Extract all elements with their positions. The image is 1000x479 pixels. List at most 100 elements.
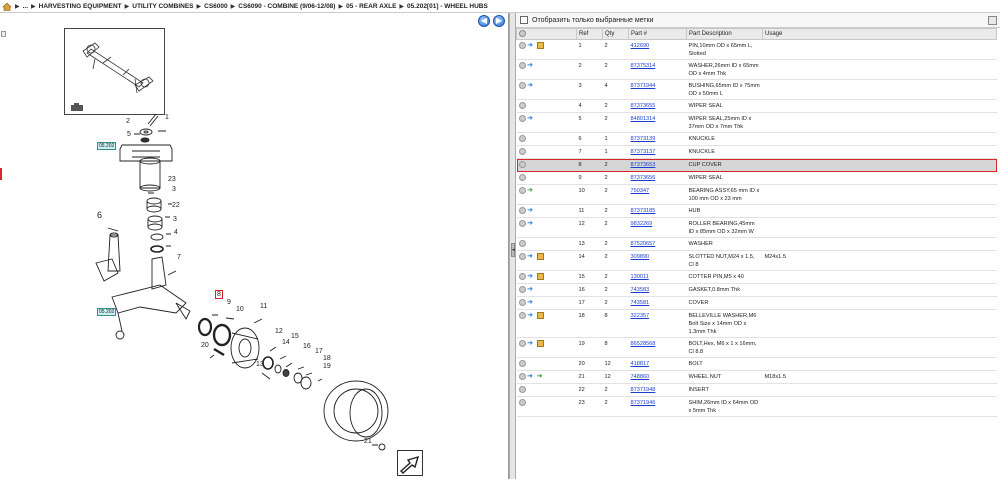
related-parts-icon[interactable]: ➜ bbox=[527, 299, 535, 306]
cell-part-link[interactable]: 322357 bbox=[628, 309, 687, 338]
part-number-link[interactable]: 87375314 bbox=[631, 63, 656, 69]
table-row[interactable]: ➜ 16 2 743583 GASKET,0.8mm Thk bbox=[516, 283, 997, 297]
related-parts-icon[interactable]: ➜ bbox=[527, 42, 535, 49]
part-number-link[interactable]: 84801314 bbox=[631, 116, 656, 122]
callout-3a[interactable]: 3 bbox=[172, 186, 176, 193]
select-row-icon[interactable] bbox=[518, 340, 526, 348]
select-row-icon[interactable] bbox=[518, 273, 526, 281]
cell-part-link[interactable]: 87371944 bbox=[628, 79, 687, 100]
select-row-icon[interactable] bbox=[518, 207, 526, 215]
related-parts-icon[interactable]: ➜ bbox=[527, 373, 535, 380]
cell-part-link[interactable]: 309890 bbox=[628, 250, 687, 271]
next-view-arrow-icon[interactable] bbox=[397, 450, 423, 476]
select-row-icon[interactable] bbox=[518, 240, 526, 248]
callout-1[interactable]: 1 bbox=[165, 114, 169, 121]
cell-part-link[interactable]: 9832269 bbox=[628, 217, 687, 238]
callout-4[interactable]: 4 bbox=[174, 229, 178, 236]
part-number-link[interactable]: 748860 bbox=[631, 374, 650, 380]
part-number-link[interactable]: 87371948 bbox=[631, 387, 656, 393]
col-part[interactable]: Part # bbox=[628, 28, 687, 40]
table-row[interactable]: ➜ ➜ 21 12 748860 WHEEL NUT M18x1.5 bbox=[516, 370, 997, 384]
select-row-icon[interactable] bbox=[518, 286, 526, 294]
part-number-link[interactable]: 87371946 bbox=[631, 400, 656, 406]
cell-part-link[interactable]: 412690 bbox=[628, 39, 687, 60]
table-row[interactable]: 4 2 87373655 WIPER SEAL bbox=[516, 99, 997, 113]
table-row[interactable]: ➜ 12 2 9832269 ROLLER BEARING,45mm ID x 85mm… bbox=[516, 217, 997, 238]
select-row-icon[interactable] bbox=[518, 161, 526, 169]
table-row[interactable]: 13 2 87520657 WASHER bbox=[516, 237, 997, 251]
part-number-link[interactable]: 9832269 bbox=[631, 221, 653, 227]
cell-part-link[interactable]: 87373139 bbox=[628, 132, 687, 146]
table-row[interactable]: ➜ 3 4 87371944 BUSHING,65mm ID x 75mm OD x 5… bbox=[516, 79, 997, 100]
cell-part-link[interactable]: 87373185 bbox=[628, 204, 687, 218]
callout-13[interactable]: 13 bbox=[256, 361, 264, 368]
callout-19[interactable]: 19 bbox=[323, 363, 331, 370]
ref-tag-upper[interactable]: 05.202 bbox=[97, 142, 117, 150]
table-row[interactable]: 22 2 87371948 INSERT bbox=[516, 383, 997, 397]
table-row[interactable]: ➜ 5 2 84801314 WIPER SEAL,25mm ID x 37mm OD … bbox=[516, 112, 997, 133]
select-row-icon[interactable] bbox=[518, 399, 526, 407]
replacement-icon[interactable]: ➜ bbox=[537, 373, 545, 380]
table-row[interactable]: ➜ 11 2 87373185 HUB bbox=[516, 204, 997, 218]
part-number-link[interactable]: 87373653 bbox=[631, 162, 656, 168]
callout-2[interactable]: 2 bbox=[126, 118, 130, 125]
related-parts-icon[interactable]: ➜ bbox=[527, 115, 535, 122]
callout-9[interactable]: 9 bbox=[227, 299, 231, 306]
select-row-icon[interactable] bbox=[518, 187, 526, 195]
breadcrumb-prefix[interactable]: ... bbox=[23, 3, 28, 10]
related-parts-icon[interactable]: ➜ bbox=[527, 286, 535, 293]
callout-16[interactable]: 16 bbox=[303, 343, 311, 350]
table-row[interactable]: 6 1 87373139 KNUCKLE bbox=[516, 132, 997, 146]
select-row-icon[interactable] bbox=[518, 312, 526, 320]
kit-box-icon[interactable] bbox=[536, 273, 544, 281]
select-row-icon[interactable] bbox=[518, 386, 526, 394]
select-row-icon[interactable] bbox=[518, 102, 526, 110]
cell-part-link[interactable]: 87375314 bbox=[628, 59, 687, 80]
cell-part-link[interactable]: 84801314 bbox=[628, 112, 687, 133]
kit-box-icon[interactable] bbox=[536, 312, 544, 320]
part-number-link[interactable]: 87520657 bbox=[631, 241, 656, 247]
table-row[interactable]: 9 2 87373656 WIPER SEAL bbox=[516, 171, 997, 185]
select-row-icon[interactable] bbox=[518, 174, 526, 182]
kit-box-icon[interactable] bbox=[536, 253, 544, 261]
callout-7[interactable]: 7 bbox=[177, 254, 181, 261]
table-row[interactable]: ➜ 15 2 130011 COTTER PIN,M5 x 40 bbox=[516, 270, 997, 284]
part-number-link[interactable]: 418817 bbox=[631, 361, 650, 367]
col-description[interactable]: Part Description bbox=[686, 28, 763, 40]
camera-icon[interactable] bbox=[71, 103, 83, 111]
part-number-link[interactable]: 86528568 bbox=[631, 341, 656, 347]
select-row-icon[interactable] bbox=[518, 42, 526, 50]
part-number-link[interactable]: 309890 bbox=[631, 254, 650, 260]
callout-22[interactable]: 22 bbox=[172, 202, 180, 209]
splitter-grip-icon[interactable]: ◂ bbox=[511, 243, 515, 257]
cell-part-link[interactable]: 748860 bbox=[628, 370, 687, 384]
callout-20[interactable]: 20 bbox=[201, 342, 209, 349]
callout-8[interactable]: 8 bbox=[215, 290, 223, 299]
col-usage[interactable]: Usage bbox=[762, 28, 997, 40]
overview-thumbnail[interactable] bbox=[64, 28, 165, 115]
related-parts-icon[interactable]: ➜ bbox=[527, 220, 535, 227]
callout-17[interactable]: 17 bbox=[315, 348, 323, 355]
select-row-icon[interactable] bbox=[518, 373, 526, 381]
cell-part-link[interactable]: 743581 bbox=[628, 296, 687, 310]
col-qty[interactable]: Qty bbox=[602, 28, 629, 40]
part-number-link[interactable]: 87373137 bbox=[631, 149, 656, 155]
callout-5[interactable]: 5 bbox=[127, 131, 131, 138]
table-row[interactable]: ➜ 1 2 412690 PIN,10mm OD x 65mm L, Slotted bbox=[516, 39, 997, 60]
related-parts-icon[interactable]: ➜ bbox=[527, 340, 535, 347]
table-row[interactable]: 7 1 87373137 KNUCKLE bbox=[516, 145, 997, 159]
select-row-icon[interactable] bbox=[518, 62, 526, 70]
table-row[interactable]: ➜ 14 2 309890 SLOTTED NUT,M24 x 1.5, Cl 8 M2… bbox=[516, 250, 997, 271]
table-row[interactable]: ➜ 2 2 87375314 WASHER,26mm ID x 65mm OD x 4m… bbox=[516, 59, 997, 80]
kit-box-icon[interactable] bbox=[536, 340, 544, 348]
next-page-button[interactable]: ▶ bbox=[493, 15, 505, 27]
replacement-icon[interactable]: ➜ bbox=[527, 187, 535, 194]
cell-part-link[interactable]: 87371946 bbox=[628, 396, 687, 417]
table-row[interactable]: ➜ 19 8 86528568 BOLT,Hex, M6 x 1 x 16mm, Cl… bbox=[516, 337, 997, 358]
part-number-link[interactable]: 750347 bbox=[631, 188, 650, 194]
export-icon[interactable] bbox=[988, 16, 997, 25]
show-selected-checkbox[interactable] bbox=[520, 16, 528, 24]
part-number-link[interactable]: 87373655 bbox=[631, 103, 656, 109]
table-row[interactable]: ➜ 18 8 322357 BELLEVILLE WASHER,M6 Bolt Siz… bbox=[516, 309, 997, 338]
select-row-icon[interactable] bbox=[518, 135, 526, 143]
